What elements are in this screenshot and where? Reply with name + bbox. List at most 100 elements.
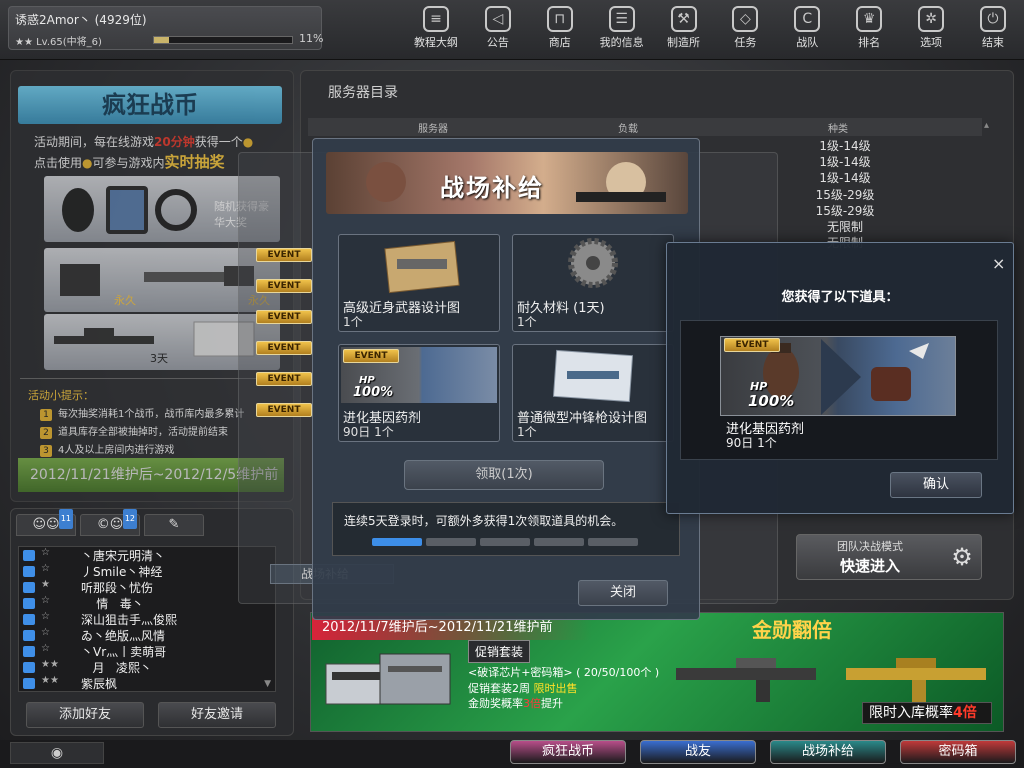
friend-rank: ☆ xyxy=(41,627,50,638)
tab-friends[interactable]: ☺☺ 11 xyxy=(16,509,76,536)
friends-tabs: ☺☺ 11 ©☺ 12 ✎ xyxy=(16,509,208,536)
limited-text: 限时入库概率 xyxy=(869,705,953,721)
quick-join-button[interactable]: 快速进入 xyxy=(800,555,940,576)
nav-forge[interactable]: ⚒ 制造所 xyxy=(653,4,715,54)
nav-announcement[interactable]: ◁ 公告 xyxy=(467,4,529,54)
event-desc-minutes: 20分钟 xyxy=(154,135,195,149)
friend-avatar-icon xyxy=(23,614,35,625)
confirm-button[interactable]: 确认 xyxy=(890,472,982,498)
top-nav: ≡ 教程大纲 ◁ 公告 ⊓ 商店 ☰ 我的信息 ⚒ 制造所 ◇ 任务 C 战队 ♛ 排名 ✲ 选项… xyxy=(405,4,1024,54)
login-day-segment xyxy=(534,538,584,546)
player-name: 诱惑2Amor丶 (4929位) xyxy=(15,13,147,27)
nav-label: 公告 xyxy=(486,36,509,49)
invite-friend-button[interactable]: 好友邀请 xyxy=(158,702,276,728)
nav-missions[interactable]: ◇ 任务 xyxy=(714,4,776,54)
friend-row[interactable]: ☆ 情 毒丶 xyxy=(19,595,275,611)
friend-row[interactable]: ★★ 月 凌熙丶 xyxy=(19,659,275,675)
server-level-cell: 1级-14级 xyxy=(819,171,871,186)
tab-messages[interactable]: ✎ xyxy=(144,514,204,536)
tab-clan-members[interactable]: ©☺ 12 xyxy=(80,509,140,536)
supply-item-card: 普通微型冲锋枪设计图 1个 xyxy=(512,344,674,442)
nav-clan[interactable]: C 战队 xyxy=(776,4,838,54)
clan-count-badge: 12 xyxy=(122,509,137,529)
friend-row[interactable]: ☆ 丶唐宋元明清丶 xyxy=(19,547,275,563)
nav-shop[interactable]: ⊓ 商店 xyxy=(529,4,591,54)
promo-highlight: 限时出售 xyxy=(533,682,578,695)
friends-icon: ☺☺ xyxy=(32,517,60,532)
friend-row[interactable]: ☆ ゐ丶绝版灬风情 xyxy=(19,627,275,643)
prize-label: 永久 xyxy=(114,294,136,307)
globe-icon[interactable]: ◉ xyxy=(10,742,104,764)
bottom-nav-supply[interactable]: 战场补给 xyxy=(770,740,886,764)
promo-line-1: <破译芯片+密码箱> ( 20/50/100个 ) xyxy=(468,666,660,679)
scroll-down-icon[interactable]: ▼ xyxy=(264,679,271,689)
hp-value: 100% xyxy=(748,392,795,410)
friend-name: 紫辰枫 xyxy=(81,677,118,691)
nav-ranking[interactable]: ♛ 排名 xyxy=(838,4,900,54)
tip-number: 1 xyxy=(40,409,52,421)
friend-rank: ★ xyxy=(41,579,50,590)
nav-exit[interactable]: ⏻ 结束 xyxy=(962,4,1024,54)
server-level-column: 1级-14级1级-14级1级-14级15级-29级15级-29级无限制无限制 xyxy=(800,138,890,251)
event-desc-text: 点击使用 xyxy=(34,156,83,170)
supply-close-button[interactable]: 关闭 xyxy=(578,580,668,606)
tip-number: 2 xyxy=(40,427,52,439)
column-header-server: 服务器 xyxy=(418,124,448,135)
reward-item-qty: 90日 1个 xyxy=(726,436,777,450)
add-friend-button[interactable]: 添加好友 xyxy=(26,702,144,728)
friend-row[interactable]: ☆ 丶Vr灬丨卖萌哥 xyxy=(19,643,275,659)
quick-join-mode: 团队决战模式 xyxy=(837,540,903,553)
item-qty: 1个 xyxy=(517,315,537,329)
friend-name: 丶Vr灬丨卖萌哥 xyxy=(81,645,167,659)
nav-tutorial[interactable]: ≡ 教程大纲 xyxy=(405,4,467,54)
friend-rank: ★★ xyxy=(41,675,59,686)
event-tag: EVENT xyxy=(256,341,312,355)
event-tag: EVENT xyxy=(256,372,312,386)
server-level-cell: 15级-29级 xyxy=(815,187,875,202)
tip-text: 每次抽奖消耗1个战币，战币库内最多累计 xyxy=(58,409,245,420)
profile-card-icon: ☰ xyxy=(608,6,635,32)
event-tag: EVENT xyxy=(256,248,312,262)
bottom-nav-crazy-coin[interactable]: 疯狂战币 xyxy=(510,740,626,764)
banner-rifles-image xyxy=(676,658,986,702)
friend-row[interactable]: ★★ 紫辰枫 xyxy=(19,675,275,691)
quick-join-settings-icon[interactable]: ⚙ xyxy=(944,538,980,576)
scroll-up-icon[interactable]: ▴ xyxy=(984,120,989,131)
prize-label: 3天 xyxy=(150,352,168,365)
friend-name: 丶唐宋元明清丶 xyxy=(81,549,166,563)
event-tag: EVENT xyxy=(343,349,399,363)
trophy-icon: ♛ xyxy=(856,6,883,32)
xp-percent: 11% xyxy=(299,32,324,45)
friend-rank: ☆ xyxy=(41,547,50,558)
friend-name: 丿Smile丶神经 xyxy=(81,565,163,579)
bottom-nav-cipher-box[interactable]: 密码箱 xyxy=(900,740,1016,764)
bottom-nav-comrades[interactable]: 战友 xyxy=(640,740,756,764)
player-level: ★★ Lv.65(中将_6) xyxy=(15,37,102,48)
friend-row[interactable]: ☆ 丿Smile丶神经 xyxy=(19,563,275,579)
friend-avatar-icon xyxy=(23,646,35,657)
friend-avatar-icon xyxy=(23,582,35,593)
claim-button[interactable]: 领取(1次) xyxy=(404,460,604,490)
server-level-cell: 1级-14级 xyxy=(819,155,871,170)
nav-label: 教程大纲 xyxy=(413,36,458,49)
forge-icon: ⚒ xyxy=(670,6,697,32)
friend-row[interactable]: ★ 听那段丶忧伤 xyxy=(19,579,275,595)
nav-my-info[interactable]: ☰ 我的信息 xyxy=(591,4,653,54)
top-bar: 诱惑2Amor丶 (4929位) ★★ Lv.65(中将_6) 11% ≡ 教程大… xyxy=(0,0,1024,60)
friend-row[interactable]: ☆ 深山狙击手灬俊熙 xyxy=(19,611,275,627)
friend-avatar-icon xyxy=(23,630,35,641)
hp-value: 100% xyxy=(353,385,394,400)
player-info-panel[interactable]: 诱惑2Amor丶 (4929位) ★★ Lv.65(中将_6) 11% xyxy=(8,6,324,50)
nav-label: 结束 xyxy=(981,36,1004,49)
nav-label: 我的信息 xyxy=(599,36,644,49)
close-icon[interactable]: × xyxy=(992,254,1005,273)
supply-title: 战场补给 xyxy=(440,174,544,202)
reward-title: 您获得了以下道具： xyxy=(781,290,899,305)
event-desc-text: 活动期间，每在线游戏 xyxy=(34,135,155,149)
nav-options[interactable]: ✲ 选项 xyxy=(900,4,962,54)
banner-headline: 金勋翻倍 xyxy=(752,618,832,642)
nav-label: 任务 xyxy=(734,36,757,49)
server-level-cell: 1级-14级 xyxy=(819,139,871,153)
clan-members-icon: ©☺ xyxy=(96,517,124,532)
nav-label: 选项 xyxy=(920,36,943,49)
